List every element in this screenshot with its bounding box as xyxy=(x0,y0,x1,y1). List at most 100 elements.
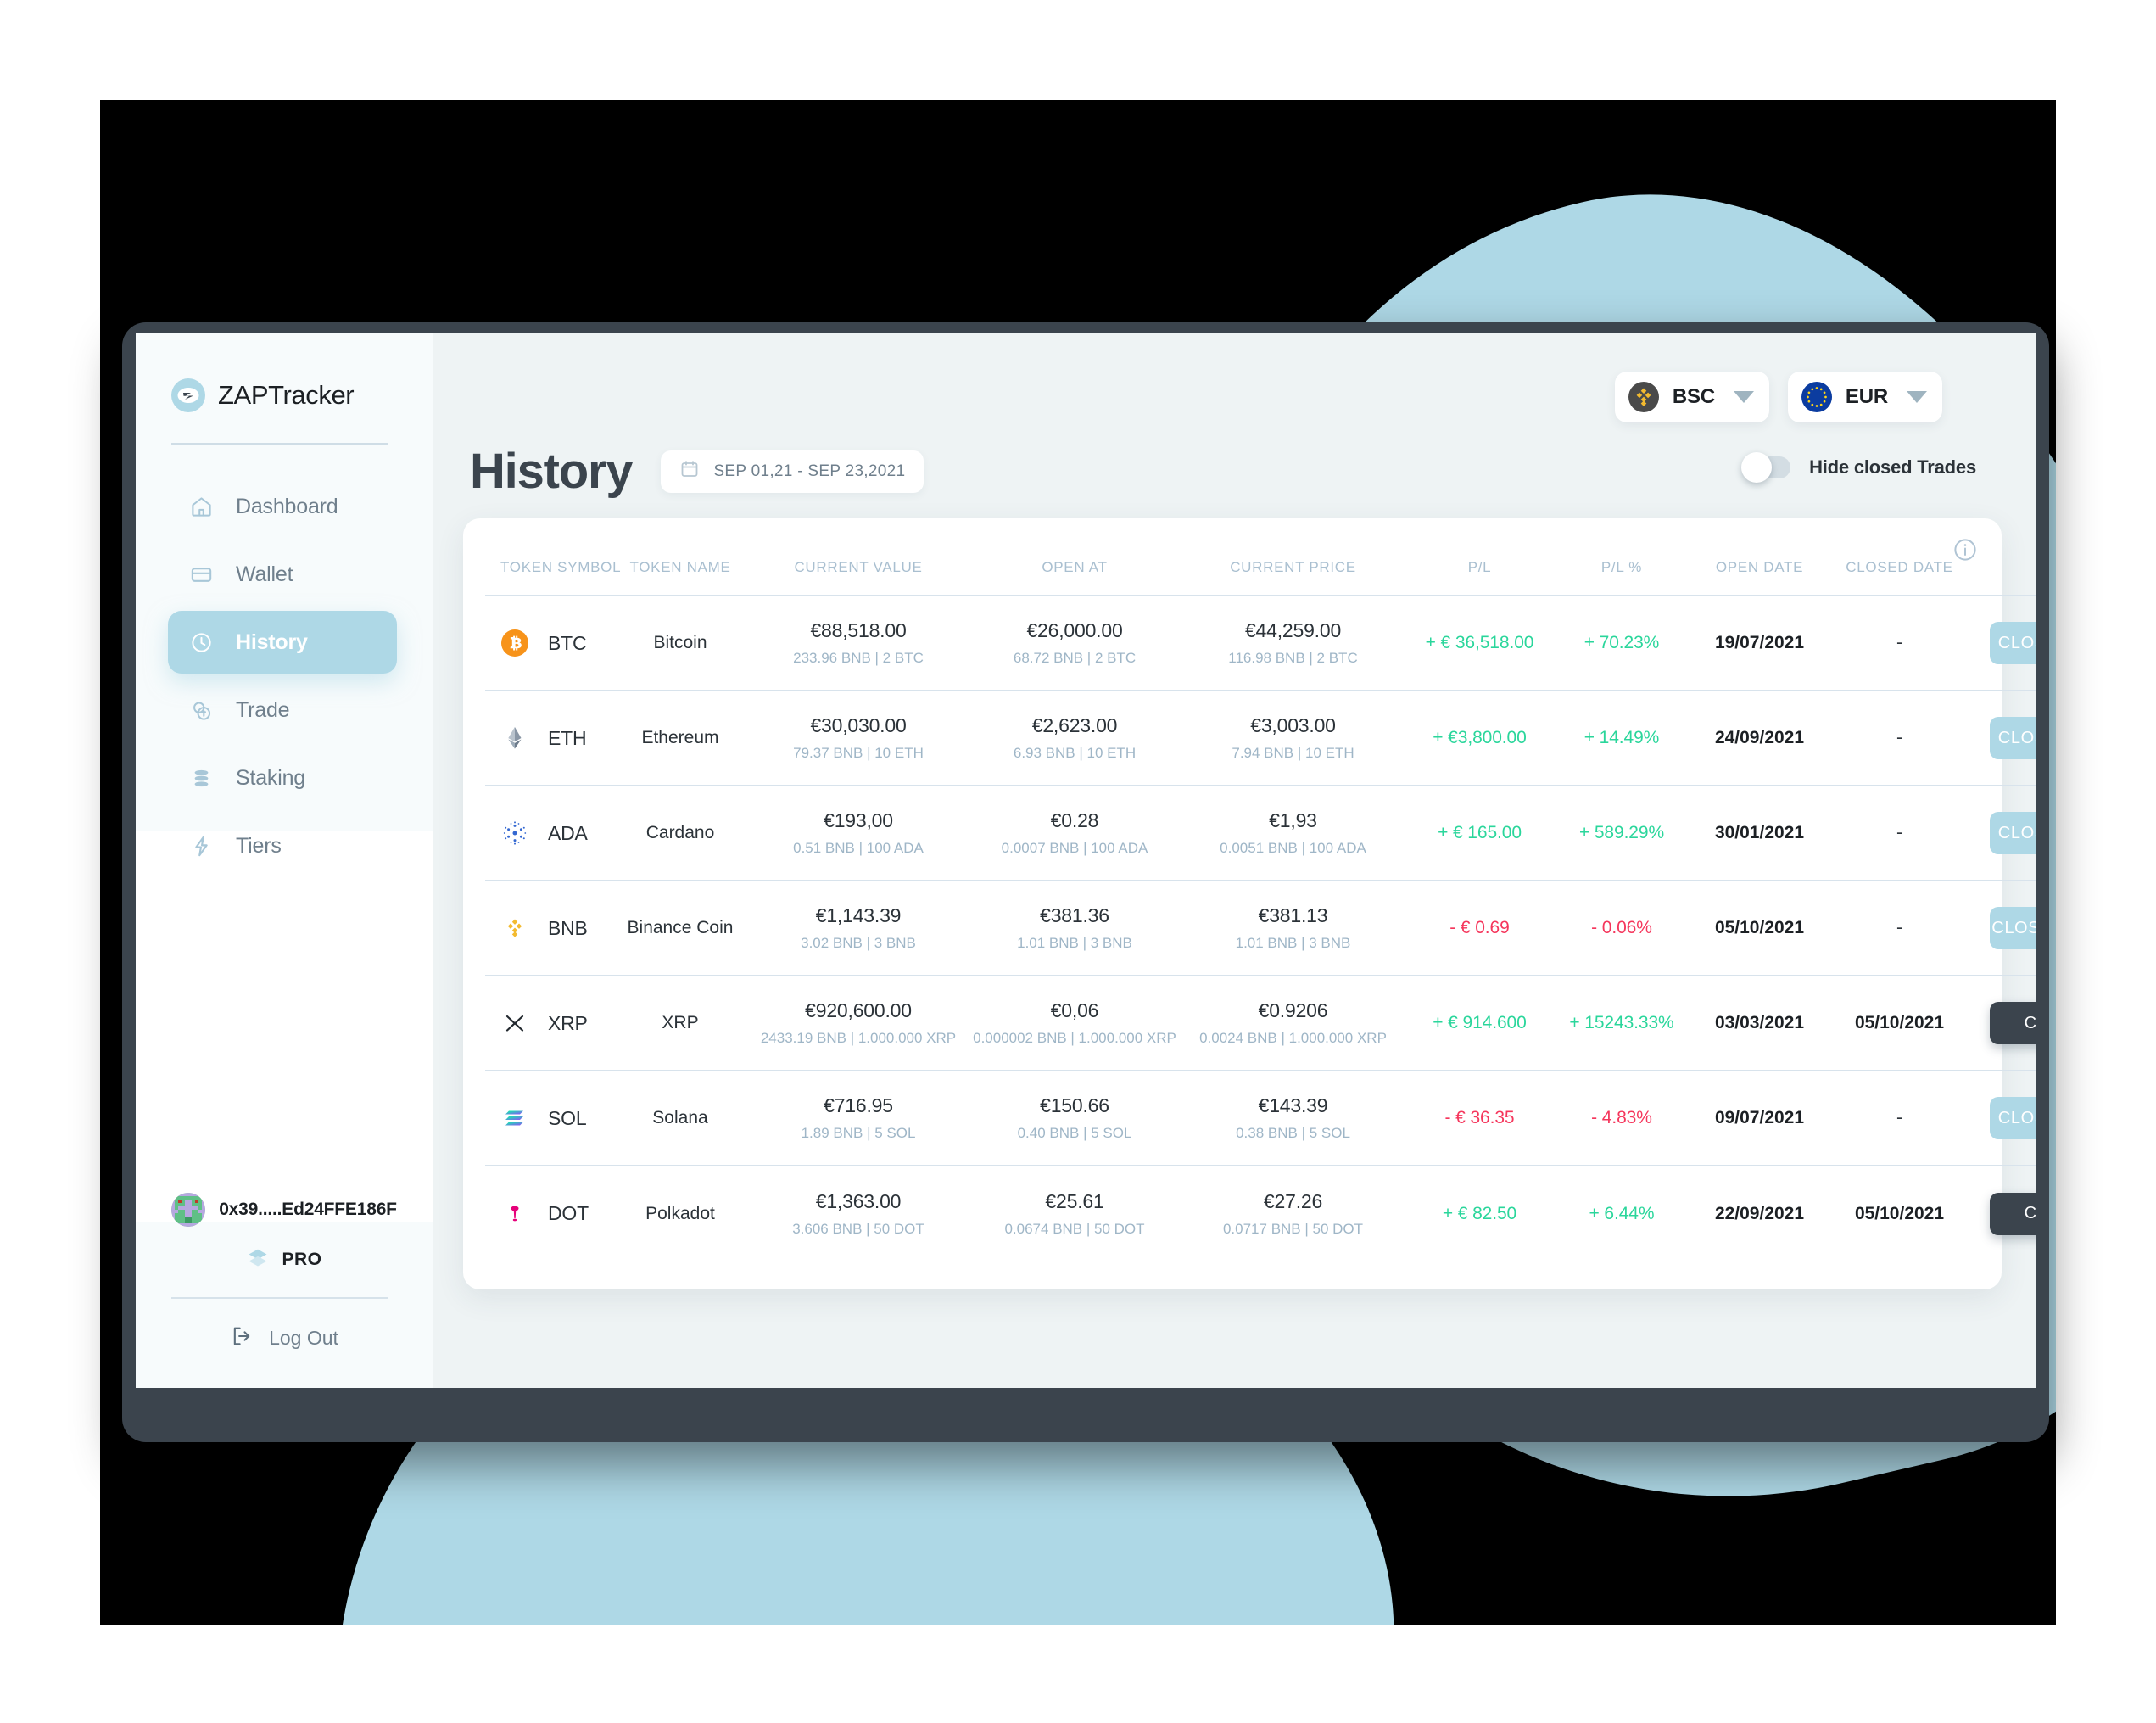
trade-action-button[interactable]: CLOSE TRADE xyxy=(1989,1097,2036,1139)
pl-value: - € 0.69 xyxy=(1449,918,1510,937)
sidebar-item-label: Dashboard xyxy=(236,494,338,518)
cell-open-at: €25.61 0.0674 BNB | 50 DOT xyxy=(969,1166,1181,1261)
trade-action-button[interactable]: CLOSE TRADE xyxy=(1989,812,2036,854)
column-pl: P/L xyxy=(1405,534,1554,596)
column-open-date: OPEN DATE xyxy=(1690,534,1829,596)
token-symbol-text: BNB xyxy=(548,916,588,939)
pl-value: + € 82.50 xyxy=(1442,1203,1517,1223)
date-range-text: SEP 01,21 - SEP 23,2021 xyxy=(713,462,906,480)
sidebar-item-tiers[interactable]: Tiers xyxy=(168,814,397,877)
token-name-text: Polkadot xyxy=(645,1203,715,1223)
cell-open-at: €0,06 0.000002 BNB | 1.000.000 XRP xyxy=(969,976,1181,1071)
account-address: 0x39.....Ed24FFE186F xyxy=(219,1200,397,1219)
current-value-sub: 3.02 BNB | 3 BNB xyxy=(801,935,916,951)
hide-closed-trades-toggle[interactable] xyxy=(1741,452,1791,483)
table-header-row: TOKEN SYMBOL TOKEN NAME CURRENT VALUE OP… xyxy=(485,534,2036,596)
logout-button[interactable]: Log Out xyxy=(136,1324,433,1352)
trade-action-button[interactable]: CLOSE TRADE xyxy=(1989,717,2036,759)
sidebar-item-staking[interactable]: Staking xyxy=(168,747,397,809)
column-current-price: CURRENT PRICE xyxy=(1181,534,1405,596)
sol-icon xyxy=(500,1104,529,1133)
current-price-sub: 0.38 BNB | 5 SOL xyxy=(1236,1125,1350,1141)
table-row: XRP XRP €920,600.00 2433.19 BNB | 1.000.000… xyxy=(485,976,2036,1071)
tier-layers-icon xyxy=(246,1245,270,1273)
token-symbol-text: SOL xyxy=(548,1106,587,1129)
cell-token-symbol: ADA xyxy=(485,786,612,881)
table-row: ADA Cardano €193,00 0.51 BNB | 100 ADA €0.28… xyxy=(485,786,2036,881)
network-label: BSC xyxy=(1672,385,1715,408)
column-action xyxy=(1969,534,2036,596)
cell-action: CLOSED xyxy=(1969,1166,2036,1261)
cell-current-price: €0.9206 0.0024 BNB | 1.000.000 XRP xyxy=(1181,976,1405,1071)
trade-action-button[interactable]: CLOSED xyxy=(1989,1192,2036,1235)
open-date-text: 09/07/2021 xyxy=(1714,1108,1805,1127)
current-value-sub: 1.89 BNB | 5 SOL xyxy=(801,1125,916,1141)
table-row: SOL Solana €716.95 1.89 BNB | 5 SOL €150.66 0… xyxy=(485,1071,2036,1166)
current-price-sub: 1.01 BNB | 3 BNB xyxy=(1235,935,1351,951)
closed-date-text: - xyxy=(1896,633,1902,652)
closed-date-text: - xyxy=(1896,918,1902,937)
sidebar-item-dashboard[interactable]: Dashboard xyxy=(168,475,397,538)
current-price-main: €3,003.00 xyxy=(1250,714,1336,736)
bolt-icon xyxy=(188,833,214,859)
trade-action-button[interactable]: CLOSE TRADE xyxy=(1989,622,2036,664)
cell-current-value: €1,363.00 3.606 BNB | 50 DOT xyxy=(748,1166,969,1261)
current-price-main: €44,259.00 xyxy=(1244,619,1342,641)
cell-current-value: €716.95 1.89 BNB | 5 SOL xyxy=(748,1071,969,1166)
pl-value: - € 36.35 xyxy=(1444,1108,1515,1127)
page-title: History xyxy=(470,444,634,499)
home-icon xyxy=(188,494,214,519)
sidebar-item-label: Trade xyxy=(236,697,290,722)
hide-closed-trades-label: Hide closed Trades xyxy=(1809,456,1976,478)
trade-action-button[interactable]: CLOSED TRADE xyxy=(1989,907,2036,949)
tier-badge: PRO xyxy=(136,1245,433,1273)
token-name-text: Binance Coin xyxy=(627,918,734,937)
open-at-sub: 0.000002 BNB | 1.000.000 XRP xyxy=(973,1030,1176,1046)
current-value-main: €716.95 xyxy=(824,1094,893,1116)
current-value-main: €88,518.00 xyxy=(810,619,907,641)
open-at-sub: 0.0007 BNB | 100 ADA xyxy=(1001,840,1148,856)
cell-token-name: Cardano xyxy=(612,786,748,881)
column-token-symbol: TOKEN SYMBOL xyxy=(485,534,621,596)
cell-current-price: €27.26 0.0717 BNB | 50 DOT xyxy=(1181,1166,1405,1261)
sidebar-divider xyxy=(171,443,388,445)
column-closed-date: CLOSED DATE xyxy=(1829,534,1969,596)
sidebar-blank-area xyxy=(136,831,433,1222)
cell-current-price: €143.39 0.38 BNB | 5 SOL xyxy=(1181,1071,1405,1166)
sidebar-item-trade[interactable]: Trade xyxy=(168,679,397,741)
trade-action-button[interactable]: CLOSED xyxy=(1989,1002,2036,1044)
current-price-sub: 0.0024 BNB | 1.000.000 XRP xyxy=(1199,1030,1387,1046)
table-row: DOT Polkadot €1,363.00 3.606 BNB | 50 DOT €2… xyxy=(485,1166,2036,1261)
account-row[interactable]: 0x39.....Ed24FFE186F xyxy=(136,1193,433,1227)
current-price-main: €27.26 xyxy=(1263,1189,1323,1212)
token-name-text: Solana xyxy=(652,1108,708,1127)
cell-open-at: €2,623.00 6.93 BNB | 10 ETH xyxy=(969,691,1181,786)
sidebar-item-wallet[interactable]: Wallet xyxy=(168,543,397,606)
token-name-text: Cardano xyxy=(645,823,715,842)
table-row: BNB Binance Coin €1,143.39 3.02 BNB | 3 BNB… xyxy=(485,881,2036,976)
pl-percent-value: - 4.83% xyxy=(1591,1108,1652,1127)
pl-percent-value: + 589.29% xyxy=(1578,823,1665,842)
app-screen: ZAPTracker Dashboard Wallet History Trad… xyxy=(136,333,2036,1388)
table-body: BTC Bitcoin €88,518.00 233.96 BNB | 2 BTC €2… xyxy=(485,596,2036,1261)
current-value-main: €920,600.00 xyxy=(805,999,912,1021)
bnb-icon xyxy=(500,914,529,943)
sidebar-item-label: History xyxy=(236,629,308,654)
open-date-text: 05/10/2021 xyxy=(1714,918,1805,937)
open-at-sub: 1.01 BNB | 3 BNB xyxy=(1017,935,1132,951)
info-icon[interactable] xyxy=(1952,537,1978,567)
btc-icon xyxy=(500,629,529,657)
sidebar-item-history[interactable]: History xyxy=(168,611,397,674)
closed-date-text: - xyxy=(1896,728,1902,747)
currency-selector[interactable]: EUR xyxy=(1787,372,1942,422)
cell-action: CLOSE TRADE xyxy=(1969,691,2036,786)
cell-closed-date: 05/10/2021 xyxy=(1829,976,1969,1071)
cell-token-name: Bitcoin xyxy=(612,596,748,691)
cell-pl: + € 165.00 xyxy=(1405,786,1554,881)
sidebar-item-label: Tiers xyxy=(236,833,282,858)
currency-label: EUR xyxy=(1845,385,1888,408)
tier-label: PRO xyxy=(282,1249,322,1269)
network-selector[interactable]: BSC xyxy=(1614,372,1769,422)
current-price-sub: 0.0717 BNB | 50 DOT xyxy=(1222,1220,1364,1237)
date-range-picker[interactable]: SEP 01,21 - SEP 23,2021 xyxy=(661,450,924,493)
